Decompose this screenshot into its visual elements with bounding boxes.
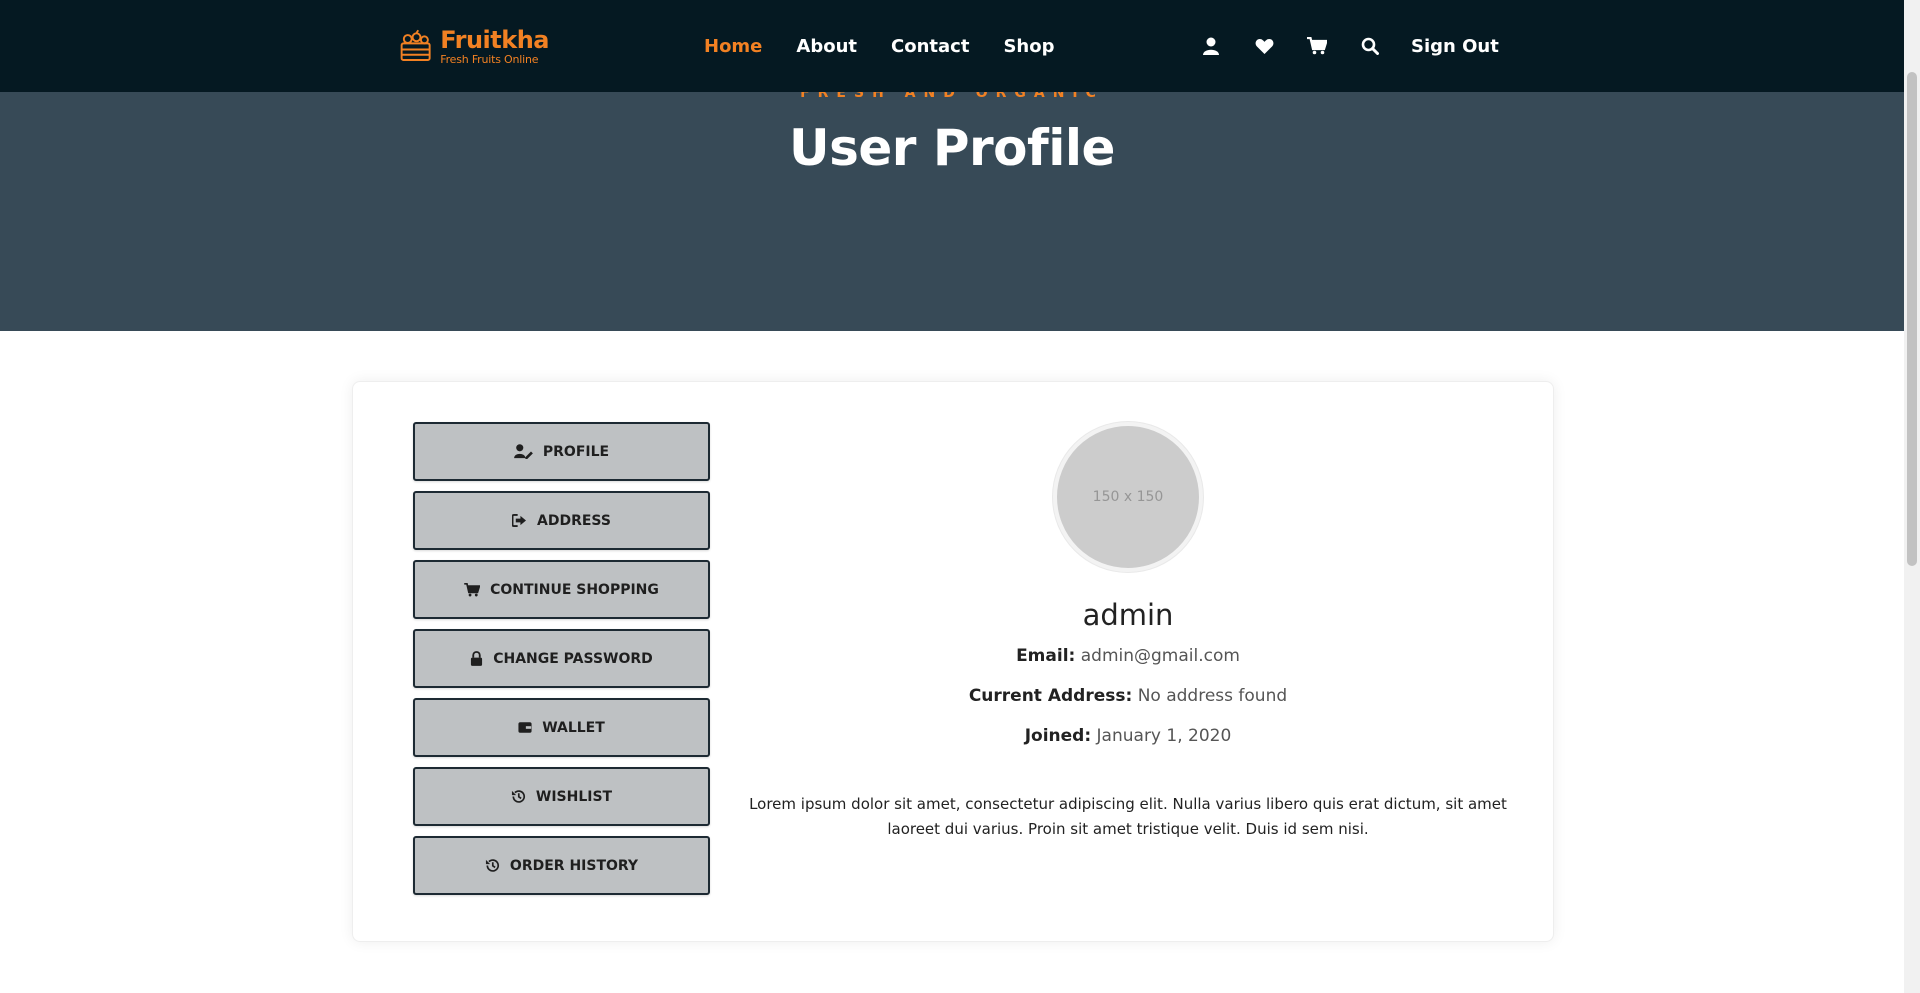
brand-subtitle: Fresh Fruits Online	[440, 52, 539, 66]
nav-about[interactable]: About	[796, 36, 857, 57]
wishlist-button-label: WISHLIST	[535, 788, 613, 805]
address-row: Current Address: No address found	[748, 686, 1508, 706]
change-password-button[interactable]: CHANGE PASSWORD	[413, 629, 710, 688]
page-scrollbar[interactable]	[1904, 0, 1920, 993]
wallet-button-label: WALLET	[542, 719, 605, 736]
cart-icon[interactable]	[1306, 35, 1328, 57]
hero-banner: FRESH AND ORGANIC User Profile	[0, 92, 1904, 331]
wallet-icon	[518, 722, 532, 733]
site-header: Fruitkha Fresh Fruits Online Home About …	[0, 0, 1904, 92]
profile-menu: PROFILE ADDRESS CONTINUE SHOPPING CHANGE…	[413, 422, 711, 905]
lock-icon	[471, 651, 483, 666]
profile-details: 150 x 150 admin Email: admin@gmail.com C…	[748, 422, 1508, 842]
nav-contact[interactable]: Contact	[891, 36, 969, 57]
address-label: Current Address:	[968, 686, 1133, 706]
wishlist-button[interactable]: WISHLIST	[413, 767, 710, 826]
history-icon	[511, 790, 525, 803]
address-sign-in-icon	[512, 514, 527, 527]
continue-shopping-label: CONTINUE SHOPPING	[490, 581, 659, 598]
nav-home[interactable]: Home	[704, 36, 762, 57]
avatar: 150 x 150	[1053, 422, 1203, 572]
email-row: Email: admin@gmail.com	[748, 646, 1508, 666]
hero-eyebrow: FRESH AND ORGANIC	[800, 92, 1104, 101]
user-icon[interactable]	[1200, 35, 1222, 57]
brand-title: Fruitkha	[440, 25, 549, 54]
brand-logo[interactable]: Fruitkha Fresh Fruits Online	[399, 25, 549, 67]
heart-icon[interactable]	[1253, 35, 1275, 57]
joined-value: January 1, 2020	[1096, 726, 1232, 746]
address-button-label: ADDRESS	[537, 512, 611, 529]
email-value: admin@gmail.com	[1080, 646, 1240, 666]
order-history-button[interactable]: ORDER HISTORY	[413, 836, 710, 895]
address-button[interactable]: ADDRESS	[413, 491, 710, 550]
email-label: Email:	[1016, 646, 1076, 666]
joined-row: Joined: January 1, 2020	[748, 726, 1508, 746]
user-bio: Lorem ipsum dolor sit amet, consectetur …	[749, 795, 1507, 838]
header-actions: Sign Out	[1200, 0, 1499, 92]
history-icon	[485, 859, 499, 872]
order-history-label: ORDER HISTORY	[509, 857, 639, 874]
fruit-basket-icon	[400, 29, 431, 61]
nav-shop[interactable]: Shop	[1003, 36, 1054, 57]
sign-out-link[interactable]: Sign Out	[1411, 36, 1499, 57]
wallet-button[interactable]: WALLET	[413, 698, 710, 757]
cart-icon	[464, 582, 481, 596]
user-edit-icon	[514, 444, 533, 459]
avatar-placeholder-text: 150 x 150	[1092, 489, 1164, 505]
change-password-label: CHANGE PASSWORD	[493, 650, 653, 667]
profile-button-label: PROFILE	[542, 443, 610, 460]
username: admin	[1082, 598, 1174, 632]
joined-label: Joined:	[1024, 726, 1092, 746]
search-icon[interactable]	[1359, 35, 1381, 57]
profile-card: PROFILE ADDRESS CONTINUE SHOPPING CHANGE…	[352, 381, 1554, 942]
page-title: User Profile	[789, 119, 1115, 177]
scrollbar-thumb[interactable]	[1907, 72, 1917, 566]
address-value: No address found	[1137, 686, 1288, 706]
continue-shopping-button[interactable]: CONTINUE SHOPPING	[413, 560, 710, 619]
main-nav: Home About Contact Shop	[704, 0, 1088, 92]
profile-button[interactable]: PROFILE	[413, 422, 710, 481]
